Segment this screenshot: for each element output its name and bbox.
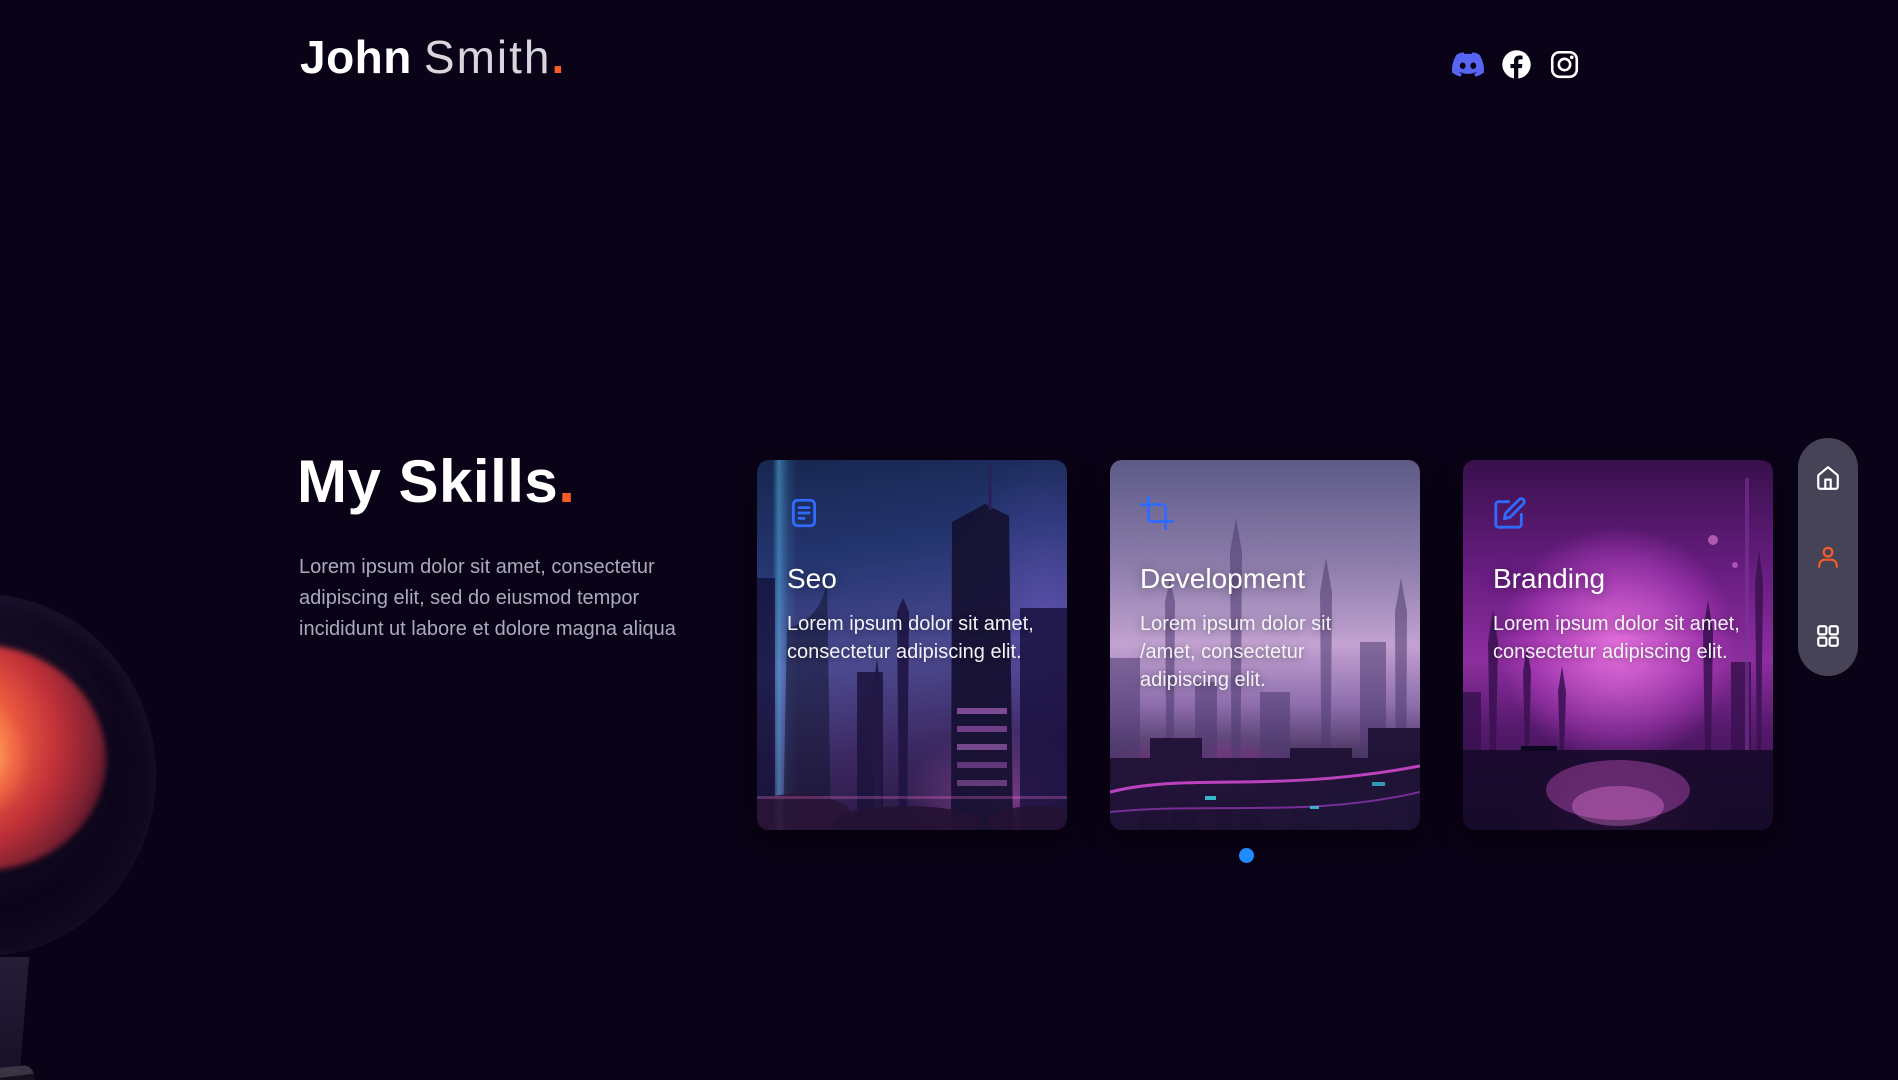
bulb-neck — [0, 957, 41, 1072]
section-title-text: My Skills — [297, 448, 558, 515]
journal-text-icon — [787, 496, 821, 530]
carousel-indicators — [1239, 848, 1254, 863]
card-title: Seo — [787, 563, 1037, 595]
card-text: Lorem ipsum dolor sit amet, consectetur … — [1493, 610, 1743, 666]
section-description: Lorem ipsum dolor sit amet, consectetur … — [299, 552, 719, 645]
skill-card-branding[interactable]: Branding Lorem ipsum dolor sit amet, con… — [1463, 460, 1773, 830]
facebook-icon[interactable] — [1500, 48, 1532, 80]
brain-lightbulb-image — [0, 575, 170, 1080]
card-title: Branding — [1493, 563, 1743, 595]
page: JohnSmith. My Skills. Lorem ipsum dolor … — [0, 0, 1898, 1080]
grid-icon[interactable] — [1814, 622, 1842, 650]
discord-icon[interactable] — [1452, 48, 1484, 80]
logo-last-name: Smith — [424, 31, 552, 83]
side-nav — [1798, 438, 1858, 676]
bulb-screw-base — [0, 1065, 43, 1080]
branding-card-content: Branding Lorem ipsum dolor sit amet, con… — [1463, 460, 1773, 830]
home-icon[interactable] — [1814, 464, 1842, 492]
development-card-content: Development Lorem ipsum dolor sit /amet,… — [1110, 460, 1420, 830]
card-title: Development — [1140, 563, 1390, 595]
skill-card-development[interactable]: Development Lorem ipsum dolor sit /amet,… — [1110, 460, 1420, 830]
logo-first-name: John — [300, 31, 412, 83]
skill-card-seo[interactable]: Seo Lorem ipsum dolor sit amet, consecte… — [757, 460, 1067, 830]
site-logo[interactable]: JohnSmith. — [300, 30, 565, 84]
logo-accent-dot: . — [551, 31, 564, 83]
skills-card-row: Seo Lorem ipsum dolor sit amet, consecte… — [757, 460, 1773, 830]
user-icon[interactable] — [1814, 543, 1842, 571]
edit-square-icon — [1493, 496, 1527, 530]
crop-icon — [1140, 496, 1174, 530]
section-title-dot: . — [558, 448, 575, 515]
section-title: My Skills. — [297, 447, 575, 516]
seo-card-content: Seo Lorem ipsum dolor sit amet, consecte… — [757, 460, 1067, 830]
card-text: Lorem ipsum dolor sit /amet, consectetur… — [1140, 610, 1390, 694]
card-text: Lorem ipsum dolor sit amet, consectetur … — [787, 610, 1037, 666]
instagram-icon[interactable] — [1548, 48, 1580, 80]
social-links — [1452, 48, 1580, 80]
carousel-dot-active[interactable] — [1239, 848, 1254, 863]
